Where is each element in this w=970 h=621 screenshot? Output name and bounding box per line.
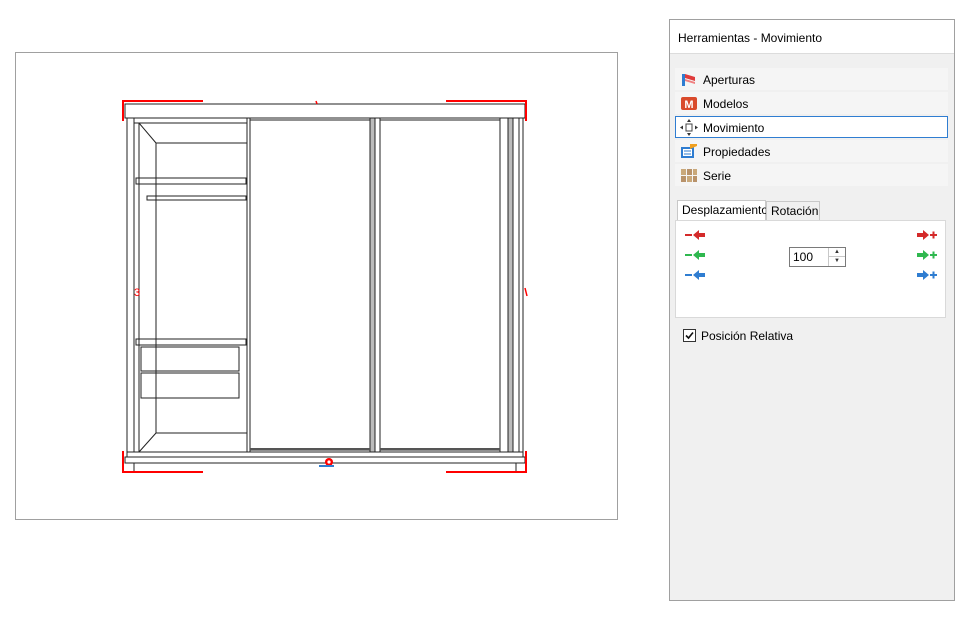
selection-handle-left: 3 [134, 287, 140, 299]
movimiento-icon [680, 119, 698, 136]
desplazamiento-panel: ▲ ▼ [675, 220, 946, 318]
3d-viewport[interactable]: 3 [15, 52, 618, 520]
nav-item-aperturas[interactable]: Aperturas [675, 68, 948, 90]
move-x-minus-button[interactable] [685, 229, 705, 241]
movement-tabs: Desplazamiento Rotación 100 ▲ ▼ [675, 200, 948, 318]
move-x-plus-button[interactable] [917, 229, 937, 241]
checkbox-box[interactable] [683, 329, 696, 342]
nav-item-propiedades[interactable]: Propiedades [675, 140, 948, 162]
move-z-plus-button[interactable] [917, 269, 937, 281]
tab-desplazamiento[interactable]: Desplazamiento [677, 200, 768, 221]
step-spinner[interactable]: ▲ ▼ [789, 247, 846, 267]
nav-item-movimiento[interactable]: Movimiento [675, 116, 948, 138]
wardrobe-top [124, 103, 526, 119]
step-down-button[interactable]: ▼ [828, 257, 845, 266]
panel-header: Herramientas - Movimiento [670, 20, 954, 54]
step-input[interactable] [790, 248, 831, 266]
serie-icon [681, 169, 697, 182]
wardrobe-base [126, 451, 524, 458]
nav-item-serie[interactable]: Serie [675, 164, 948, 186]
move-y-plus-button[interactable] [917, 249, 937, 261]
move-z-minus-button[interactable] [685, 269, 705, 281]
tools-panel: Herramientas - Movimiento Aperturas M Mo… [669, 19, 955, 601]
tab-rotacion[interactable]: Rotación [766, 201, 820, 220]
open-compartment [133, 117, 248, 453]
move-y-minus-button[interactable] [685, 249, 705, 261]
svg-text:M: M [684, 99, 693, 111]
wardrobe-body [126, 117, 524, 453]
hanging-rail [146, 195, 247, 201]
sliding-door-2 [379, 119, 501, 451]
panel-title: Herramientas - Movimiento [678, 31, 823, 45]
selection-bracket [122, 100, 527, 473]
modelos-icon: M [681, 97, 697, 111]
sliding-door-1 [249, 119, 371, 451]
wardrobe-drawing[interactable]: 3 [16, 53, 619, 521]
checkmark-icon [685, 331, 694, 340]
drawer-top-panel [135, 338, 247, 346]
propiedades-icon [681, 144, 697, 158]
step-up-button[interactable]: ▲ [828, 248, 845, 257]
shelf [135, 177, 247, 185]
nav-item-modelos[interactable]: M Modelos [675, 92, 948, 114]
aperturas-icon [682, 74, 695, 86]
move-gizmo [319, 458, 334, 467]
